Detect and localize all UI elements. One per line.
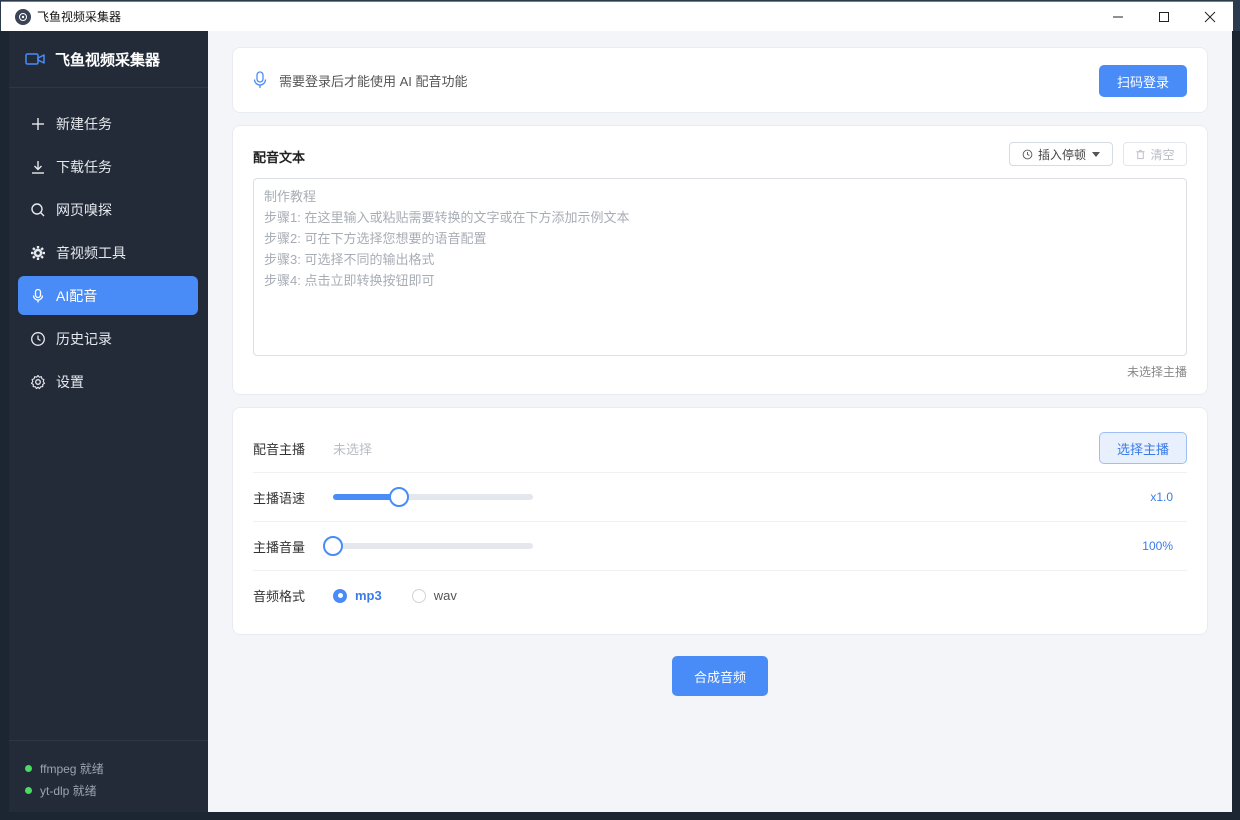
slider-handle[interactable] <box>323 536 343 556</box>
speed-slider[interactable] <box>333 487 533 507</box>
gear-icon <box>31 245 45 260</box>
close-button[interactable] <box>1187 2 1233 32</box>
qr-login-button[interactable]: 扫码登录 <box>1099 65 1187 97</box>
maximize-button[interactable] <box>1141 2 1187 32</box>
select-anchor-button[interactable]: 选择主播 <box>1099 432 1187 464</box>
config-row-anchor: 配音主播 未选择 选择主播 <box>253 424 1187 473</box>
speed-label: 主播语速 <box>253 490 306 506</box>
window-controls <box>1095 2 1233 32</box>
window-border-bottom <box>0 812 1240 820</box>
main-content: 需要登录后才能使用 AI 配音功能 扫码登录 配音文本 插入停顿 清空 制作教程… <box>208 31 1232 812</box>
config-row-speed: 主播语速 x1.0 <box>253 473 1187 522</box>
close-icon <box>1204 11 1216 23</box>
sidebar-item-sniffer[interactable]: 网页嗅探 <box>18 190 198 229</box>
sidebar-item-label: 新建任务 <box>56 115 112 132</box>
sidebar-item-history[interactable]: 历史记录 <box>18 319 198 358</box>
app-window: 飞鱼视频采集器 飞鱼视频采集器 新建任务 下载任务 网页嗅探 音视频工具 AI配… <box>0 0 1240 820</box>
status-ffmpeg: ffmpeg 就绪 <box>25 757 208 779</box>
sidebar-item-label: AI配音 <box>56 287 98 304</box>
sidebar-item-downloads[interactable]: 下载任务 <box>18 147 198 186</box>
sidebar-item-ai-dubbing[interactable]: AI配音 <box>18 276 198 315</box>
app-logo-icon <box>15 8 31 25</box>
synthesize-audio-button[interactable]: 合成音频 <box>672 656 768 696</box>
sidebar-item-new-task[interactable]: 新建任务 <box>18 104 198 143</box>
anchor-status-note: 未选择主播 <box>1126 365 1187 379</box>
settings-icon <box>30 374 46 389</box>
plus-icon <box>32 117 44 130</box>
maximize-icon <box>1159 12 1169 22</box>
format-radio-wav[interactable]: wav <box>411 588 457 603</box>
title-bar: 飞鱼视频采集器 <box>1 1 1233 31</box>
voice-config-card: 配音主播 未选择 选择主播 主播语速 x1.0 主播音量 100% 音频格式 m… <box>232 407 1208 635</box>
sidebar-nav: 新建任务 下载任务 网页嗅探 音视频工具 AI配音 历史记录 设置 <box>9 88 208 401</box>
status-label: yt-dlp 就绪 <box>40 783 97 798</box>
login-banner: 需要登录后才能使用 AI 配音功能 扫码登录 <box>232 47 1208 113</box>
sidebar-item-label: 音视频工具 <box>56 244 126 261</box>
window-border-right <box>1232 31 1240 820</box>
sidebar-item-label: 设置 <box>56 373 84 390</box>
volume-slider[interactable] <box>323 536 533 556</box>
minimize-icon <box>1113 16 1123 18</box>
brand-title: 飞鱼视频采集器 <box>55 51 161 69</box>
video-camera-icon <box>25 53 45 65</box>
minimize-button[interactable] <box>1095 2 1141 32</box>
speed-readout: x1.0 <box>1150 490 1173 504</box>
status-label: ffmpeg 就绪 <box>40 761 104 776</box>
anchor-value: 未选择 <box>333 441 373 457</box>
clear-button[interactable]: 清空 <box>1123 142 1187 166</box>
clock-icon <box>1022 149 1033 159</box>
status-dot-icon <box>25 786 32 794</box>
sidebar-item-settings[interactable]: 设置 <box>18 362 198 401</box>
anchor-label: 配音主播 <box>253 441 306 457</box>
window-border-left <box>0 31 9 812</box>
radio-circle <box>411 588 426 603</box>
dubbing-text-card: 配音文本 插入停顿 清空 制作教程 步骤1: 在这里输入或粘贴需要转换的文字或在… <box>232 125 1208 395</box>
format-radio-mp3[interactable]: mp3 <box>333 588 382 603</box>
sidebar-item-label: 历史记录 <box>56 330 112 347</box>
status-footer: ffmpeg 就绪 yt-dlp 就绪 <box>9 740 208 812</box>
trash-icon <box>1136 149 1146 159</box>
window-title: 飞鱼视频采集器 <box>37 10 122 24</box>
clear-label: 清空 <box>1150 147 1175 162</box>
brand: 飞鱼视频采集器 <box>9 31 208 88</box>
sidebar-item-label: 网页嗅探 <box>56 201 112 218</box>
download-icon <box>32 160 44 174</box>
microphone-icon <box>32 288 44 302</box>
sidebar-item-media-tools[interactable]: 音视频工具 <box>18 233 198 272</box>
sidebar-item-label: 下载任务 <box>56 158 112 175</box>
config-row-volume: 主播音量 100% <box>253 522 1187 571</box>
sidebar: 飞鱼视频采集器 新建任务 下载任务 网页嗅探 音视频工具 AI配音 历史记录 设… <box>9 31 208 812</box>
format-label: 音频格式 <box>253 589 306 604</box>
insert-pause-label: 插入停顿 <box>1037 147 1086 162</box>
dubbing-text-input[interactable]: 制作教程 步骤1: 在这里输入或粘贴需要转换的文字或在下方添加示例文本 步骤2:… <box>253 178 1187 356</box>
status-yt-dlp: yt-dlp 就绪 <box>25 779 208 801</box>
volume-readout: 100% <box>1142 539 1173 553</box>
insert-pause-dropdown[interactable]: 插入停顿 <box>1009 142 1113 166</box>
login-message: 需要登录后才能使用 AI 配音功能 <box>279 73 468 89</box>
radio-label: mp3 <box>355 588 382 603</box>
dubbing-text-title: 配音文本 <box>253 150 306 165</box>
radio-label: wav <box>433 588 457 603</box>
microphone-icon <box>253 71 267 88</box>
clock-icon <box>31 331 45 346</box>
radio-circle <box>333 588 347 603</box>
caret-down-icon <box>1092 151 1100 157</box>
search-icon <box>31 202 45 216</box>
volume-label: 主播音量 <box>253 539 306 555</box>
config-row-format: 音频格式 mp3 wav <box>253 571 1187 620</box>
status-dot-icon <box>25 764 32 772</box>
slider-handle[interactable] <box>389 487 409 507</box>
